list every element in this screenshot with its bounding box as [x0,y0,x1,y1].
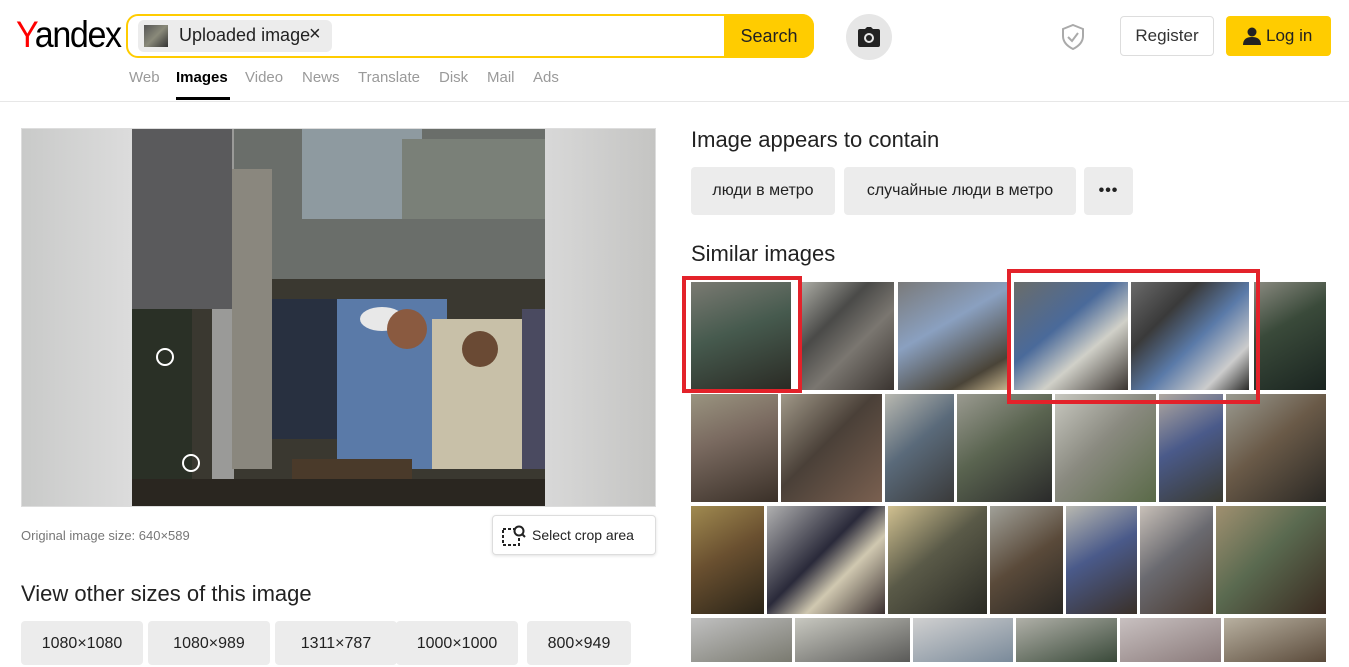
logo-letter-y: Y [16,14,36,55]
size-option[interactable]: 1080×1080 [21,621,143,665]
similar-image-thumb[interactable] [1014,282,1128,390]
crop-button-label: Select crop area [532,527,634,543]
other-sizes-heading: View other sizes of this image [21,581,312,606]
similar-image-thumb[interactable] [1224,618,1326,662]
shield-icon[interactable] [1061,24,1085,50]
similar-image-thumb[interactable] [990,506,1063,614]
similar-image-thumb[interactable] [781,394,882,502]
similar-image-thumb[interactable] [1131,282,1249,390]
similar-image-thumb[interactable] [888,506,987,614]
similar-image-thumb[interactable] [885,394,954,502]
active-tab-indicator [176,97,230,100]
similar-image-thumb[interactable] [1216,506,1326,614]
more-icon[interactable]: ••• [1084,167,1133,215]
similar-image-thumb[interactable] [1016,618,1117,662]
close-icon[interactable]: × [309,23,321,46]
tab-news[interactable]: News [302,69,340,86]
tab-disk[interactable]: Disk [439,69,468,86]
uploaded-image-thumbnail [144,25,168,47]
similar-image-thumb[interactable] [691,618,792,662]
camera-search-button[interactable] [846,14,892,60]
camera-icon [858,27,880,47]
similar-image-thumb[interactable] [767,506,885,614]
tab-images[interactable]: Images [176,69,228,86]
size-option[interactable]: 1311×787 [275,621,397,665]
image-contains-heading: Image appears to contain [691,127,940,152]
search-button[interactable]: Search [724,14,814,58]
similar-image-thumb[interactable] [1254,282,1326,390]
select-crop-area-button[interactable]: Select crop area [492,515,656,555]
uploaded-image-label: Uploaded image [179,25,311,45]
similar-images-heading: Similar images [691,241,836,266]
similar-image-thumb[interactable] [1066,506,1137,614]
similar-image-thumb[interactable] [1159,394,1223,502]
crop-handle-bottom-left[interactable] [182,454,200,472]
similar-image-thumb[interactable] [798,282,894,390]
login-label: Log in [1266,26,1313,45]
similar-image-thumb[interactable] [1055,394,1156,502]
header-divider [0,101,1349,102]
image-blur-left [22,129,132,506]
similar-image-thumb[interactable] [913,618,1013,662]
size-option[interactable]: 1000×1000 [396,621,518,665]
similar-image-thumb[interactable] [1140,506,1213,614]
similar-image-thumb[interactable] [691,394,778,502]
similar-image-thumb[interactable] [1226,394,1326,502]
yandex-logo[interactable]: Yandex [16,14,122,56]
size-option[interactable]: 1080×989 [148,621,270,665]
subway-photo[interactable] [132,129,545,507]
user-icon [1243,27,1261,45]
similar-image-thumb[interactable] [795,618,910,662]
tab-ads[interactable]: Ads [533,69,559,86]
crop-icon [502,525,526,546]
tab-translate[interactable]: Translate [358,69,420,86]
image-blur-right [545,129,655,506]
login-button[interactable]: Log in [1226,16,1331,56]
tab-mail[interactable]: Mail [487,69,515,86]
tag-people-in-metro[interactable]: люди в метро [691,167,835,215]
register-button[interactable]: Register [1120,16,1214,56]
uploaded-image-preview [21,128,656,507]
uploaded-image-chip: Uploaded image × [138,20,332,52]
similar-image-thumb[interactable] [691,506,764,614]
original-image-size: Original image size: 640×589 [21,528,190,543]
tab-video[interactable]: Video [245,69,283,86]
size-option[interactable]: 800×949 [527,621,631,665]
logo-text: andex [34,14,122,55]
crop-handle-top-left[interactable] [156,348,174,366]
similar-image-thumb[interactable] [957,394,1052,502]
similar-image-thumb[interactable] [898,282,1010,390]
similar-image-thumb[interactable] [1120,618,1221,662]
tag-random-people-in-metro[interactable]: случайные люди в метро [844,167,1076,215]
similar-image-thumb[interactable] [691,282,791,390]
tab-web[interactable]: Web [129,69,160,86]
